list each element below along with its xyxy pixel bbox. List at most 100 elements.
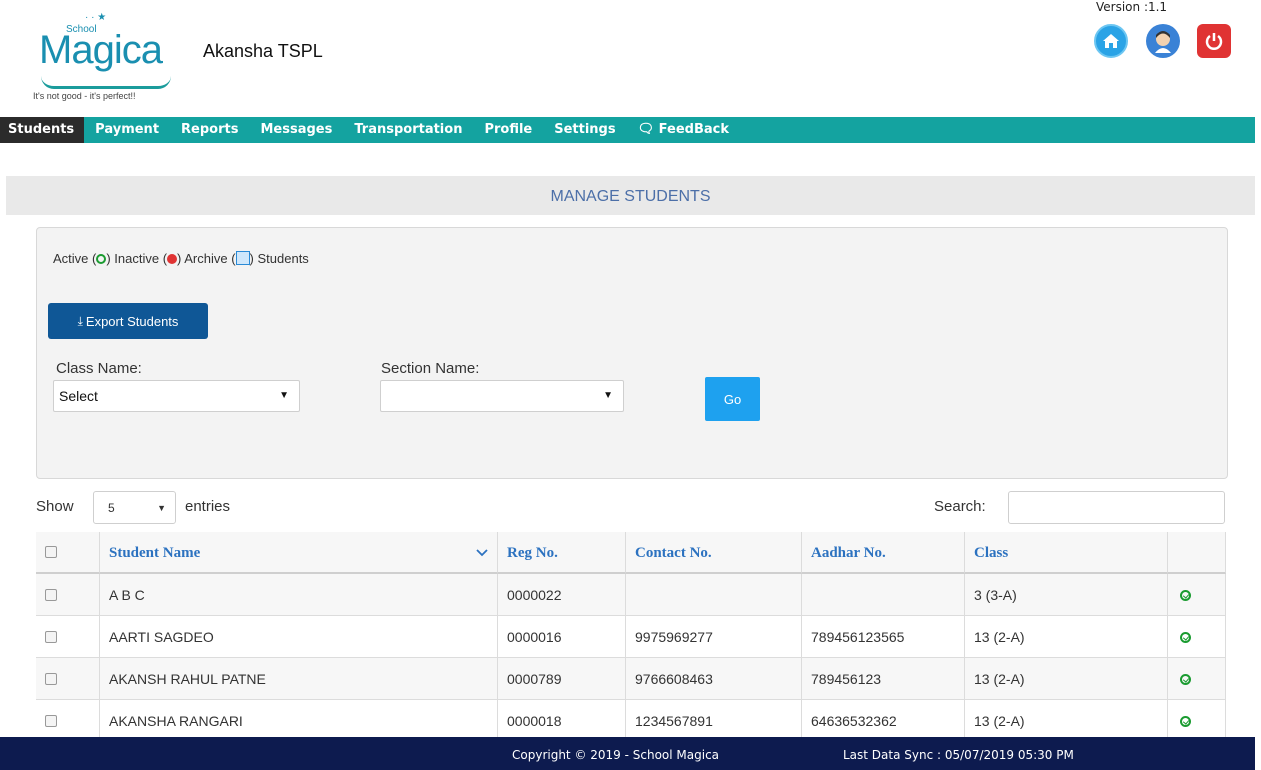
row-select-cell bbox=[36, 574, 100, 616]
nav-messages[interactable]: Messages bbox=[249, 117, 343, 143]
select-all-cell bbox=[36, 532, 100, 574]
cell-reg-no: 0000018 bbox=[498, 700, 626, 742]
col-reg-no[interactable]: Reg No. bbox=[498, 532, 626, 574]
cell-student-name[interactable]: AKANSHA RANGARI bbox=[100, 700, 498, 742]
col-student-name-label: Student Name bbox=[109, 545, 201, 561]
section-name-label: Section Name: bbox=[381, 360, 480, 377]
search-label: Search: bbox=[934, 498, 986, 515]
nav-transportation[interactable]: Transportation bbox=[343, 117, 473, 143]
school-name: Akansha TSPL bbox=[203, 41, 323, 61]
cell-student-name[interactable]: AARTI SAGDEO bbox=[100, 616, 498, 658]
cell-contact-no: 9766608463 bbox=[626, 658, 802, 700]
book-icon bbox=[41, 76, 171, 89]
archive-status-icon bbox=[235, 251, 250, 265]
footer: Copyright © 2019 - School Magica Last Da… bbox=[0, 737, 1255, 770]
search-input[interactable] bbox=[1008, 491, 1225, 524]
nav-settings[interactable]: Settings bbox=[543, 117, 626, 143]
nav-feedback[interactable]: 🗨 FeedBack bbox=[627, 117, 740, 143]
cell-contact-no: 1234567891 bbox=[626, 700, 802, 742]
inactive-status-icon bbox=[167, 254, 178, 264]
sort-chevron-down-icon bbox=[476, 532, 488, 572]
caret-down-icon: ▼ bbox=[157, 503, 166, 513]
table-row: A B C 0000022 3 (3-A) bbox=[36, 574, 1226, 616]
col-aadhar-no[interactable]: Aadhar No. bbox=[802, 532, 965, 574]
go-button[interactable]: Go bbox=[705, 377, 760, 421]
cell-contact-no bbox=[626, 574, 802, 616]
cell-student-name[interactable]: A B C bbox=[100, 574, 498, 616]
row-select-cell bbox=[36, 616, 100, 658]
cell-aadhar-no bbox=[802, 574, 965, 616]
feedback-icon: 🗨 bbox=[637, 122, 655, 137]
entries-select[interactable]: 5 ▼ bbox=[93, 491, 176, 524]
section-name-select[interactable]: ▼ bbox=[380, 380, 624, 412]
row-checkbox[interactable] bbox=[45, 715, 57, 727]
nav-reports[interactable]: Reports bbox=[170, 117, 249, 143]
version-label: Version :1.1 bbox=[1096, 0, 1168, 14]
nav-payment[interactable]: Payment bbox=[84, 117, 170, 143]
col-student-name[interactable]: Student Name bbox=[100, 532, 498, 574]
school-magica-logo[interactable]: · · ★ School Magica It's not good - it's… bbox=[33, 8, 183, 106]
cell-aadhar-no: 789456123565 bbox=[802, 616, 965, 658]
row-checkbox[interactable] bbox=[45, 589, 57, 601]
copyright-text: Copyright © 2019 - School Magica bbox=[512, 748, 720, 762]
active-status-icon bbox=[96, 254, 107, 264]
cell-reg-no: 0000789 bbox=[498, 658, 626, 700]
export-icon: ⤓ bbox=[77, 313, 83, 328]
logout-power-icon[interactable] bbox=[1197, 24, 1231, 58]
class-name-label: Class Name: bbox=[56, 360, 142, 377]
cell-class: 13 (2-A) bbox=[965, 658, 1168, 700]
col-class[interactable]: Class bbox=[965, 532, 1168, 574]
class-name-select[interactable]: Select ▼ bbox=[53, 380, 300, 412]
export-students-button[interactable]: ⤓ Export Students bbox=[48, 303, 208, 339]
row-select-cell bbox=[36, 700, 100, 742]
cell-aadhar-no: 64636532362 bbox=[802, 700, 965, 742]
logo-tagline: It's not good - it's perfect!! bbox=[33, 91, 136, 101]
export-button-label: Export Students bbox=[85, 313, 179, 329]
nav-students[interactable]: Students bbox=[0, 117, 85, 143]
active-status-icon[interactable] bbox=[1180, 590, 1191, 601]
cell-status bbox=[1168, 658, 1226, 700]
row-checkbox[interactable] bbox=[45, 673, 57, 685]
cell-student-name[interactable]: AKANSH RAHUL PATNE bbox=[100, 658, 498, 700]
cell-contact-no: 9975969277 bbox=[626, 616, 802, 658]
cell-aadhar-no: 789456123 bbox=[802, 658, 965, 700]
table-row: AKANSHA RANGARI 0000018 1234567891 64636… bbox=[36, 700, 1226, 742]
cell-reg-no: 0000022 bbox=[498, 574, 626, 616]
entries-label: entries bbox=[185, 498, 231, 515]
user-profile-icon[interactable] bbox=[1146, 24, 1180, 58]
legend-inactive-label: ) Inactive ( bbox=[106, 251, 168, 266]
page-title: MANAGE STUDENTS bbox=[6, 176, 1255, 215]
stars-icon: · · ★ bbox=[85, 12, 107, 23]
caret-down-icon: ▼ bbox=[603, 390, 613, 401]
nav-feedback-label: FeedBack bbox=[658, 122, 729, 137]
active-status-icon[interactable] bbox=[1180, 716, 1191, 727]
table-row: AKANSH RAHUL PATNE 0000789 9766608463 78… bbox=[36, 658, 1226, 700]
cell-class: 3 (3-A) bbox=[965, 574, 1168, 616]
cell-status bbox=[1168, 574, 1226, 616]
cell-reg-no: 0000016 bbox=[498, 616, 626, 658]
col-contact-no[interactable]: Contact No. bbox=[626, 532, 802, 574]
cell-status bbox=[1168, 700, 1226, 742]
row-select-cell bbox=[36, 658, 100, 700]
active-status-icon[interactable] bbox=[1180, 674, 1191, 685]
select-all-checkbox[interactable] bbox=[45, 546, 57, 558]
legend-active-label: Active ( bbox=[53, 251, 97, 266]
logo-brand: Magica bbox=[39, 28, 163, 72]
status-legend: Active ( ) Inactive ( ) Archive ( ) Student… bbox=[53, 251, 309, 266]
nav-profile[interactable]: Profile bbox=[473, 117, 543, 143]
main-nav: Students Payment Reports Messages Transp… bbox=[0, 117, 1255, 143]
cell-class: 13 (2-A) bbox=[965, 616, 1168, 658]
table-header-row: Student Name Reg No. Contact No. Aadhar … bbox=[36, 532, 1226, 574]
active-status-icon[interactable] bbox=[1180, 632, 1191, 643]
col-status bbox=[1168, 532, 1226, 574]
legend-students-label: ) Students bbox=[249, 251, 309, 266]
home-icon[interactable] bbox=[1094, 24, 1128, 58]
table-row: AARTI SAGDEO 0000016 9975969277 78945612… bbox=[36, 616, 1226, 658]
header: · · ★ School Magica It's not good - it's… bbox=[0, 0, 1261, 110]
entries-value: 5 bbox=[108, 501, 115, 515]
last-sync-text: Last Data Sync : 05/07/2019 05:30 PM bbox=[843, 748, 1074, 762]
row-checkbox[interactable] bbox=[45, 631, 57, 643]
legend-archive-label: ) Archive ( bbox=[177, 251, 236, 266]
show-label: Show bbox=[36, 498, 74, 515]
cell-status bbox=[1168, 616, 1226, 658]
